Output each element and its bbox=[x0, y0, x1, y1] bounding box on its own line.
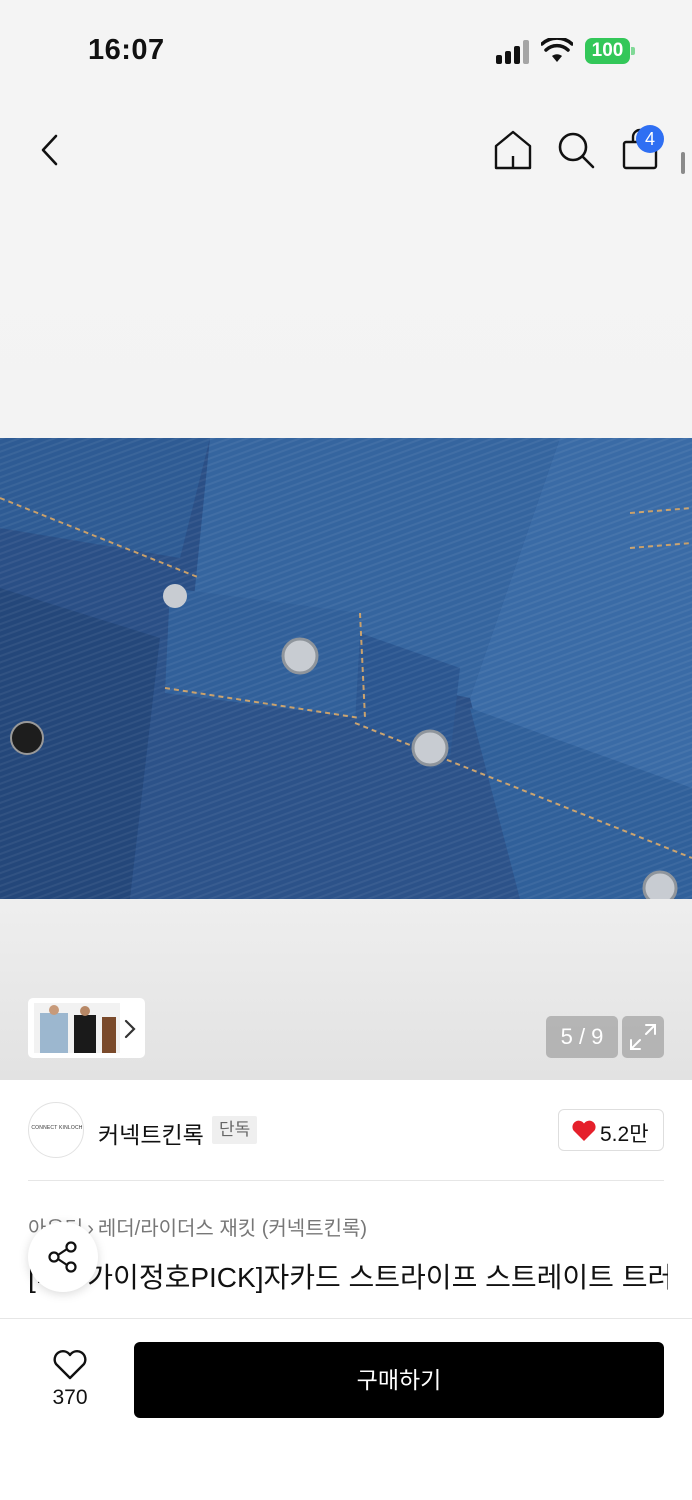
battery-icon: 100 bbox=[585, 38, 635, 64]
search-icon[interactable] bbox=[555, 128, 597, 172]
brand-logo-text: CONNECT KINLOCH bbox=[31, 1125, 83, 1131]
exclusive-badge: 단독 bbox=[212, 1116, 258, 1144]
brand-like-count: 5.2만 bbox=[600, 1123, 649, 1146]
brand-logo[interactable]: CONNECT KINLOCH bbox=[28, 1102, 84, 1158]
status-time: 16:07 bbox=[88, 34, 165, 66]
image-page-counter: 5 / 9 bbox=[546, 1016, 618, 1058]
wifi-icon bbox=[541, 38, 573, 62]
heart-filled-icon bbox=[572, 1120, 596, 1141]
signal-icon bbox=[496, 40, 532, 64]
chevron-right-icon[interactable] bbox=[120, 1016, 140, 1042]
back-icon[interactable] bbox=[32, 128, 68, 172]
share-icon bbox=[48, 1241, 77, 1273]
buy-button[interactable]: 구매하기 bbox=[134, 1342, 664, 1418]
product-title: [배우가이정호PICK]자카드 스트라이프 스트레이트 트러커 [블루] bbox=[28, 1262, 668, 1293]
share-button[interactable] bbox=[28, 1222, 98, 1292]
breadcrumb-subcategory[interactable]: 레더/라이더스 재킷 (커넥트킨록) bbox=[98, 1218, 367, 1240]
battery-level: 100 bbox=[585, 38, 630, 64]
thumbnail-image[interactable] bbox=[34, 1003, 120, 1053]
scrollbar[interactable] bbox=[681, 152, 685, 174]
brand-name[interactable]: 커넥트킨록 bbox=[98, 1116, 204, 1150]
cart-badge: 4 bbox=[636, 125, 664, 153]
divider bbox=[28, 1180, 664, 1181]
expand-icon[interactable] bbox=[622, 1016, 664, 1058]
wishlist-count: 370 bbox=[52, 1386, 88, 1409]
home-icon[interactable] bbox=[492, 128, 534, 172]
product-image[interactable] bbox=[0, 438, 692, 899]
